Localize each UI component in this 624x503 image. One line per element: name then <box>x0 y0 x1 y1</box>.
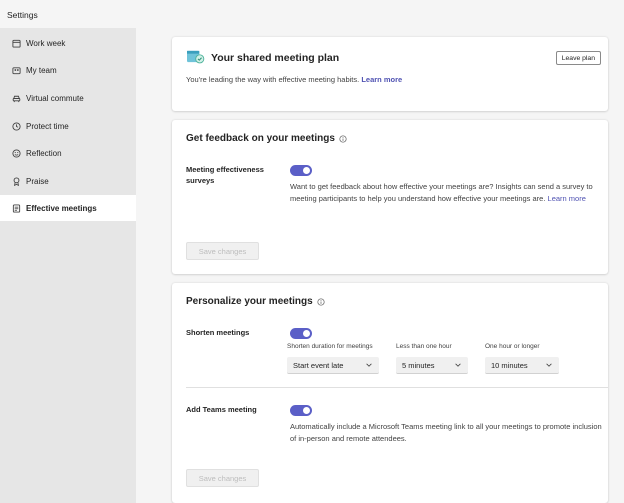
shorten-meetings-toggle[interactable] <box>290 328 312 339</box>
teams-meeting-toggle[interactable] <box>290 405 312 416</box>
plan-description: You're leading the way with effective me… <box>186 75 402 84</box>
section-divider <box>186 387 608 388</box>
surveys-toggle[interactable] <box>290 165 312 176</box>
sidebar-item-protect-time[interactable]: Protect time <box>0 113 136 139</box>
ribbon-icon <box>12 176 21 186</box>
feedback-card: Get feedback on your meetings Meeting ef… <box>172 120 608 274</box>
feedback-section-title: Get feedback on your meetings <box>186 133 347 144</box>
surveys-label-line2: surveys <box>186 176 215 185</box>
sidebar-item-virtual-commute[interactable]: Virtual commute <box>0 85 136 111</box>
car-icon <box>12 94 21 103</box>
learn-more-link[interactable]: Learn more <box>361 75 402 84</box>
main-content: Your shared meeting plan You're leading … <box>136 28 624 503</box>
dropdown-value: 5 minutes <box>402 360 435 370</box>
chevron-down-icon <box>365 361 373 369</box>
sidebar-item-work-week[interactable]: Work week <box>0 30 136 56</box>
plan-title: Your shared meeting plan <box>211 52 340 64</box>
teams-meeting-description: Automatically include a Microsoft Teams … <box>290 422 602 443</box>
sidebar-item-effective-meetings[interactable]: Effective meetings <box>0 195 136 221</box>
chevron-down-icon <box>454 361 462 369</box>
sidebar-item-my-team[interactable]: My team <box>0 57 136 83</box>
save-changes-button[interactable]: Save changes <box>186 469 259 487</box>
notepad-icon <box>12 203 21 213</box>
chevron-down-icon <box>545 361 553 369</box>
sidebar-item-label: Praise <box>26 176 49 186</box>
teams-meeting-label: Add Teams meeting <box>186 405 257 414</box>
personalize-section-title: Personalize your meetings <box>186 296 325 307</box>
surveys-label: Meeting effectiveness surveys <box>186 164 264 186</box>
dropdown-value: 10 minutes <box>491 360 528 370</box>
save-changes-button[interactable]: Save changes <box>186 242 259 260</box>
surveys-description: Want to get feedback about how effective… <box>290 181 604 204</box>
under-hour-dropdown[interactable]: 5 minutes <box>396 357 468 374</box>
app-title: Settings <box>7 10 38 20</box>
sidebar-item-label: Effective meetings <box>26 203 97 213</box>
sidebar-item-label: My team <box>26 65 57 75</box>
clock-icon <box>12 121 21 131</box>
dropdown-label-duration: Shorten duration for meetings <box>287 343 373 350</box>
personalize-card: Personalize your meetings Shorten meetin… <box>172 283 608 503</box>
calendar-icon <box>12 39 21 48</box>
plan-description-text: You're leading the way with effective me… <box>186 75 360 84</box>
dropdown-label-over-hour: One hour or longer <box>485 343 540 350</box>
surveys-label-line1: Meeting effectiveness <box>186 165 264 174</box>
sidebar-item-reflection[interactable]: Reflection <box>0 140 136 166</box>
sidebar-item-praise[interactable]: Praise <box>0 168 136 194</box>
sidebar-item-label: Virtual commute <box>26 93 84 103</box>
team-icon <box>12 66 21 75</box>
sidebar: Work week My team Virtual commute Protec… <box>0 28 136 503</box>
sidebar-item-label: Protect time <box>26 121 69 131</box>
info-icon[interactable] <box>339 134 347 143</box>
sidebar-item-label: Work week <box>26 38 66 48</box>
over-hour-dropdown[interactable]: 10 minutes <box>485 357 559 374</box>
shorten-meetings-label: Shorten meetings <box>186 328 250 337</box>
smiley-icon <box>12 148 21 158</box>
personalize-title-text: Personalize your meetings <box>186 296 313 307</box>
dropdown-label-under-hour: Less than one hour <box>396 343 452 350</box>
meeting-plan-icon <box>186 48 205 65</box>
dropdown-value: Start event late <box>293 360 344 370</box>
leave-plan-button[interactable]: Leave plan <box>555 51 601 65</box>
shorten-duration-dropdown[interactable]: Start event late <box>287 357 379 374</box>
info-icon[interactable] <box>317 297 325 306</box>
shared-plan-card: Your shared meeting plan You're leading … <box>172 37 608 111</box>
learn-more-link[interactable]: Learn more <box>548 194 586 203</box>
feedback-title-text: Get feedback on your meetings <box>186 133 335 144</box>
sidebar-item-label: Reflection <box>26 148 62 158</box>
